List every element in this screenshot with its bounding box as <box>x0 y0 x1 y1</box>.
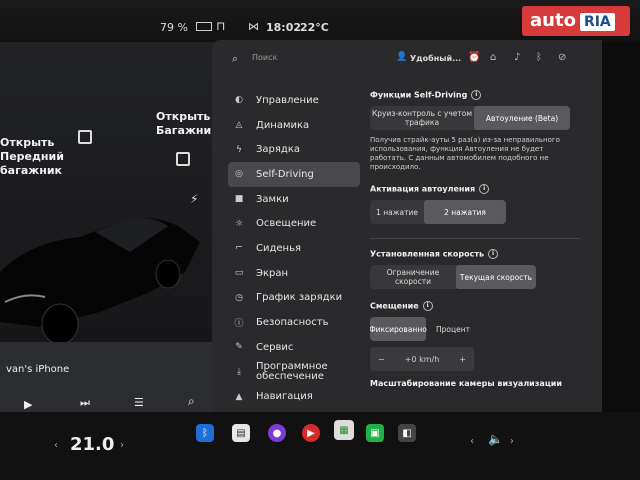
info-icon[interactable]: i <box>471 90 482 100</box>
nav-item-dynamics[interactable]: ◬ Динамика <box>232 113 360 138</box>
nav-item-navigation[interactable]: ▲ Навигация <box>232 384 360 409</box>
media-track: van's iPhone <box>6 364 70 375</box>
battery-icon <box>196 22 212 31</box>
activation-selector: 1 нажатие 2 нажатия <box>370 200 506 224</box>
bluetooth-icon[interactable]: ᛒ <box>536 52 542 63</box>
nav-item-safety[interactable]: ⓘ Безопасность <box>232 310 360 335</box>
wrench-icon: ✎ <box>235 342 243 353</box>
front-unlock-icon[interactable] <box>78 130 92 144</box>
shield-icon: ⓘ <box>234 319 244 330</box>
functions-selector: Круиз-контроль с учетом трафика Автоулен… <box>370 106 570 130</box>
taskbar: ‹ 21.0 › ᛒ ▤ ● ▶ ▦ ▣ ◧ ‹ 🔈 › <box>0 412 640 480</box>
minus-icon[interactable]: − <box>378 355 385 364</box>
home-icon[interactable]: ⌂ <box>490 52 496 63</box>
nav-item-locks[interactable]: ■ Замки <box>232 187 360 212</box>
sun-icon: ☼ <box>234 218 244 229</box>
rear-unlock-icon[interactable] <box>176 152 190 166</box>
nav-item-software[interactable]: ⤓ Программное обеспечение <box>232 360 360 385</box>
calendar-app-icon[interactable]: ▣ <box>366 424 384 442</box>
set-speed-selector: Ограничение скорости Текущая скорость <box>370 265 536 289</box>
nav-item-charging[interactable]: ϟ Зарядка <box>232 137 360 162</box>
functions-heading: Функции Self-Driving i <box>370 90 598 100</box>
nav-item-self-driving[interactable]: ◎ Self-Driving <box>228 162 360 187</box>
lock-icon: ■ <box>234 194 244 205</box>
battery-level: 79 % <box>160 21 188 34</box>
rear-trunk-button[interactable]: Открыть Багажник <box>156 110 219 138</box>
activation-option-single[interactable]: 1 нажатие <box>370 200 424 224</box>
next-track-icon[interactable]: ⏭ <box>80 396 90 410</box>
info-icon[interactable]: i <box>479 184 490 194</box>
no-signal-icon: ⊘ <box>558 52 567 63</box>
search-input[interactable]: Поиск <box>252 53 277 62</box>
toybox-app-icon[interactable]: ◧ <box>398 424 416 442</box>
clock-icon: ◷ <box>235 292 243 303</box>
info-icon[interactable]: i <box>422 301 433 311</box>
toggle-icon: ◐ <box>235 95 243 106</box>
offset-selector: Фиксированно Процент <box>370 317 480 341</box>
settings-topbar: ⌕ Поиск 👤 Удобный... ⌄ ⏰ ⌂ ♪ ᛒ ⊘ <box>212 40 602 80</box>
play-icon[interactable]: ▶ <box>24 398 32 411</box>
car-icon: ◬ <box>235 120 243 131</box>
offset-option-percent[interactable]: Процент <box>426 317 480 341</box>
alarm-icon[interactable]: ⏰ <box>468 52 480 63</box>
clock: 18:02 <box>266 21 302 34</box>
nav-item-lighting[interactable]: ☼ Освещение <box>232 211 360 236</box>
media-player: van's iPhone ▶ ⏭ ☰ ⌕ <box>0 342 220 412</box>
functions-option-traffic-cruise[interactable]: Круиз-контроль с учетом трафика <box>370 106 474 130</box>
volume-up-icon[interactable]: › <box>510 436 514 447</box>
speed-option-current[interactable]: Текущая скорость <box>456 265 536 289</box>
cabin-temperature: 21.0 <box>70 434 115 455</box>
offset-value: +0 km/h <box>404 354 440 364</box>
info-icon[interactable]: i <box>488 249 499 259</box>
driver-profile[interactable]: Удобный... <box>410 54 461 63</box>
nav-item-charge-schedule[interactable]: ◷ График зарядки <box>232 286 360 311</box>
search-icon: ⌕ <box>232 52 239 65</box>
camera-zoom-heading: Масштабирование камеры визуализации <box>370 379 562 388</box>
lock-status-icon: ⊓ <box>216 19 226 33</box>
watermark-logo: auto RIA <box>522 6 630 36</box>
set-speed-heading: Установленная скорость i <box>370 249 598 259</box>
car-image <box>0 218 200 345</box>
volume-down-icon[interactable]: ‹ <box>470 436 474 447</box>
download-icon: ⤓ <box>237 366 241 377</box>
divider <box>370 238 580 239</box>
volume-icon[interactable]: 🔈 <box>488 432 503 446</box>
speed-option-limit[interactable]: Ограничение скорости <box>370 265 456 289</box>
camera-app-icon[interactable]: ● <box>268 424 286 442</box>
plus-icon[interactable]: + <box>459 355 466 364</box>
media-search-icon[interactable]: ⌕ <box>188 394 195 409</box>
outside-temp: 22°C <box>300 21 329 34</box>
notes-app-icon[interactable]: ▤ <box>232 424 250 442</box>
nav-icon: ▲ <box>235 391 243 402</box>
activation-heading: Активация автоуления i <box>370 184 598 194</box>
bolt-icon: ϟ <box>236 144 242 155</box>
settings-nav: ◐ Управление ◬ Динамика ϟ Зарядка ◎ Self-Dri… <box>228 88 360 409</box>
self-driving-content: Функции Self-Driving i Круиз-контроль с у… <box>370 90 598 388</box>
equalizer-icon[interactable]: ☰ <box>134 396 144 409</box>
games-app-icon[interactable]: ▦ <box>334 420 354 440</box>
nav-item-controls[interactable]: ◐ Управление <box>232 88 360 113</box>
functions-option-autosteer[interactable]: Автоуление (Beta) <box>474 106 570 130</box>
status-bar: 79 % ⊓ ⋈ 18:02 22°C auto RIA <box>0 0 640 42</box>
offset-stepper: − +0 km/h + <box>370 347 474 371</box>
front-trunk-button[interactable]: Открыть Передний багажник <box>0 136 64 178</box>
offset-heading: Смещение i <box>370 301 598 311</box>
activation-option-double[interactable]: 2 нажатия <box>424 200 506 224</box>
profile-icon[interactable]: 👤 <box>396 52 407 62</box>
nav-item-display[interactable]: ▭ Экран <box>232 261 360 286</box>
steering-icon: ◎ <box>235 169 243 180</box>
nav-item-seats[interactable]: ⌐ Сиденья <box>232 236 360 261</box>
settings-panel: ⌕ Поиск 👤 Удобный... ⌄ ⏰ ⌂ ♪ ᛒ ⊘ ◐ Управл… <box>212 40 602 412</box>
screen-icon: ▭ <box>234 268 244 279</box>
media-app-icon[interactable]: ▶ <box>302 424 320 442</box>
no-signal-icon: ⋈ <box>248 20 259 33</box>
bell-icon[interactable]: ♪ <box>514 52 520 63</box>
strikeout-warning: Получив страйк-ауты 5 раз(а) из-за непра… <box>370 136 560 171</box>
offset-option-fixed[interactable]: Фиксированно <box>370 317 427 341</box>
temp-up-icon[interactable]: › <box>120 440 124 451</box>
seat-icon: ⌐ <box>235 243 243 254</box>
temp-down-icon[interactable]: ‹ <box>54 440 58 451</box>
bluetooth-app-icon[interactable]: ᛒ <box>196 424 214 442</box>
nav-item-service[interactable]: ✎ Сервис <box>232 335 360 360</box>
